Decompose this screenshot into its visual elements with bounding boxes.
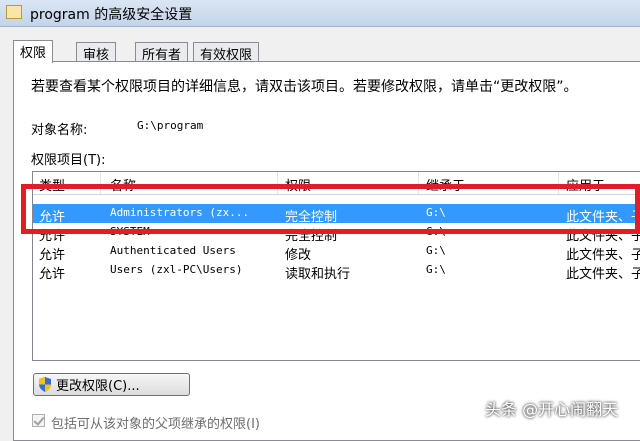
table-row[interactable]: 允许 SYSTEM 完全控制 G:\ 此文件夹、子... [33, 223, 640, 244]
table-row[interactable]: 允许 Administrators (zx... 完全控制 G:\ 此文件夹、子… [33, 204, 640, 225]
column-header-permission[interactable]: 权限 [285, 175, 311, 194]
cell-name: SYSTEM [110, 225, 150, 238]
column-header-type[interactable]: 类型 [39, 175, 65, 194]
column-header-name[interactable]: 名称 [110, 175, 136, 194]
tab-effective-permissions[interactable]: 有效权限 [193, 42, 260, 63]
uac-shield-icon [39, 377, 51, 392]
folder-icon [6, 5, 22, 19]
column-header-inherited-from[interactable]: 继承于 [426, 175, 465, 194]
cell-permission: 读取和执行 [285, 267, 351, 282]
cell-type: 允许 [39, 267, 66, 282]
cell-inherited-from: G:\ [426, 263, 446, 276]
list-header: 类型 名称 权限 继承于 应用于 [33, 172, 640, 195]
cell-inherited-from: G:\ [426, 225, 446, 238]
cell-name: Users (zxl-PC\Users) [110, 263, 243, 276]
tab-permissions[interactable]: 权限 [13, 40, 54, 63]
cell-applies-to: 此文件夹、子... [566, 267, 640, 282]
change-permissions-label: 更改权限(C)... [56, 379, 140, 394]
column-header-applies-to[interactable]: 应用于 [566, 175, 605, 194]
window-title: program 的高级安全设置 [30, 7, 193, 23]
cell-inherited-from: G:\ [426, 244, 446, 257]
title-bar: program 的高级安全设置 [0, 0, 640, 27]
object-name-label: 对象名称: [31, 123, 88, 138]
cell-inherited-from: G:\ [426, 206, 446, 219]
inherit-permissions-label: 包括可从该对象的父项继承的权限(I) [51, 417, 260, 432]
permission-entries-label: 权限项目(T): [31, 153, 106, 168]
cell-name: Authenticated Users [110, 244, 236, 257]
tab-auditing[interactable]: 审核 [76, 42, 117, 63]
table-row[interactable]: 允许 Users (zxl-PC\Users) 读取和执行 G:\ 此文件夹、子… [33, 261, 640, 282]
watermark-text: 头条 @开心闹翻天 [485, 400, 619, 419]
checkbox-checked-icon[interactable] [32, 414, 45, 427]
change-permissions-button[interactable]: 更改权限(C)... [33, 373, 190, 396]
object-name-value: G:\program [137, 119, 204, 132]
instructions-text: 若要查看某个权限项目的详细信息，请双击该项目。若要修改权限，请单击“更改权限”。 [31, 79, 578, 95]
table-row[interactable]: 允许 Authenticated Users 修改 G:\ 此文件夹、子... [33, 242, 640, 263]
cell-name: Administrators (zx... [110, 206, 250, 219]
permission-entries-list[interactable]: 类型 名称 权限 继承于 应用于 允许 Administrators (zx..… [32, 171, 640, 361]
tab-owner[interactable]: 所有者 [135, 42, 189, 63]
